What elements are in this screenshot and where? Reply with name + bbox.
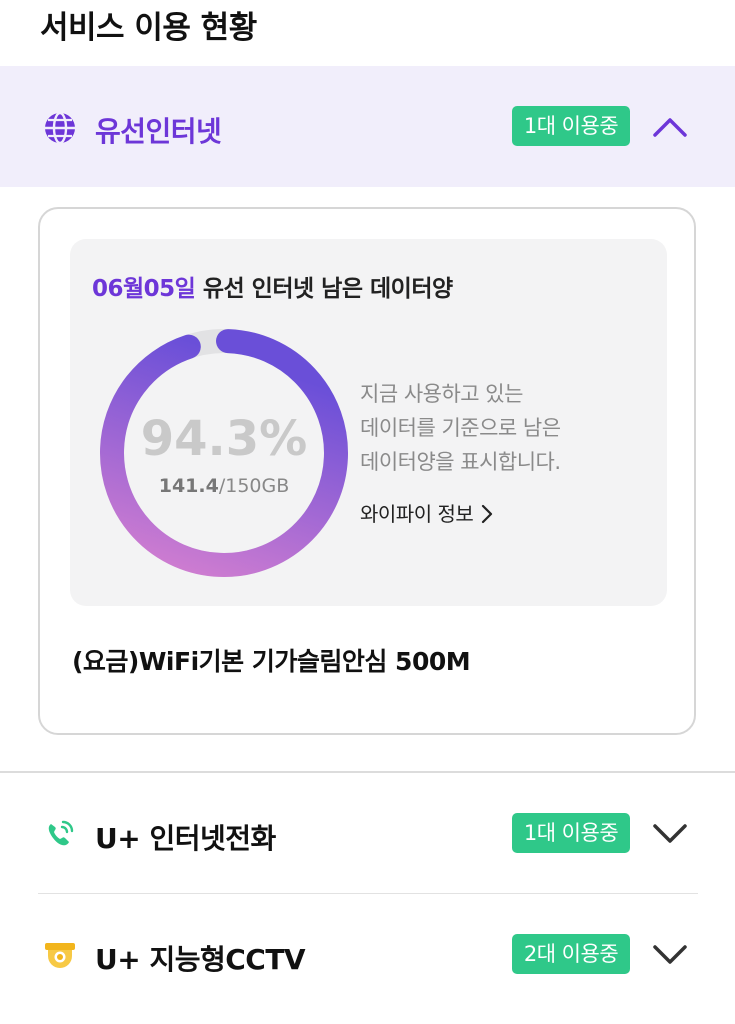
status-badge: 1대 이용중	[512, 813, 630, 853]
usage-date: 06월05일	[92, 276, 196, 302]
description-line: 지금 사용하고 있는	[360, 382, 523, 406]
service-name: U+ 인터넷전화	[95, 822, 276, 855]
usage-title-text: 유선 인터넷 남은 데이터양	[195, 276, 453, 302]
cctv-icon	[45, 943, 75, 968]
remaining-amount-value: 141.4	[158, 475, 219, 497]
wifi-info-link[interactable]: 와이파이 정보	[360, 498, 493, 527]
usage-title: 06월05일 유선 인터넷 남은 데이터양	[92, 269, 453, 303]
status-badge: 1대 이용중	[512, 106, 630, 146]
wifi-info-label: 와이파이 정보	[360, 502, 474, 526]
total-amount: /150GB	[218, 475, 290, 497]
description-line: 데이터를 기준으로 남은	[360, 416, 561, 440]
page-title: 서비스 이용 현황	[40, 10, 257, 46]
service-name: U+ 지능형CCTV	[95, 943, 306, 976]
chevron-down-icon[interactable]	[650, 934, 690, 974]
chevron-right-icon	[482, 504, 493, 524]
service-header-smart-cctv[interactable]: U+ 지능형CCTV 2대 이용중	[0, 894, 735, 1015]
remaining-percent: 94.3%	[140, 411, 308, 467]
usage-description: 지금 사용하고 있는 데이터를 기준으로 남은 데이터양을 표시합니다.	[360, 377, 650, 479]
service-header-wired-internet[interactable]: 유선인터넷 1대 이용중	[0, 66, 735, 187]
plan-name: (요금)WiFi기본 기가슬림안심 500M	[72, 647, 471, 676]
service-name: 유선인터넷	[95, 115, 222, 148]
description-line: 데이터양을 표시합니다.	[360, 450, 561, 474]
chevron-up-icon[interactable]	[650, 107, 690, 147]
status-badge: 2대 이용중	[512, 934, 630, 974]
wired-internet-card: 06월05일 유선 인터넷 남은 데이터양 94.3% 141.4/150GB …	[38, 207, 696, 735]
globe-icon	[45, 111, 75, 145]
service-header-internet-phone[interactable]: U+ 인터넷전화 1대 이용중	[0, 773, 735, 894]
data-usage-panel: 06월05일 유선 인터넷 남은 데이터양 94.3% 141.4/150GB …	[70, 239, 667, 606]
chevron-down-icon[interactable]	[650, 813, 690, 853]
phone-icon	[48, 820, 74, 846]
remaining-amount: 141.4/150GB	[99, 475, 349, 497]
service-status-page: 서비스 이용 현황 유선인터넷 1대 이용중 06월05일 유선 인터넷 남은 …	[0, 0, 735, 1024]
